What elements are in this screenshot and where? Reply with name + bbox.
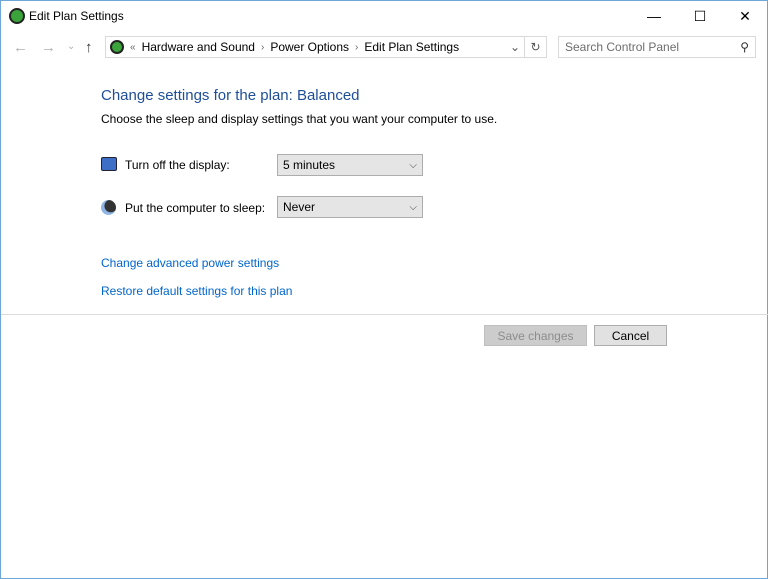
- back-button[interactable]: ←: [13, 39, 28, 56]
- minimize-button[interactable]: —: [631, 1, 677, 31]
- chevron-down-icon: ⌵: [409, 159, 417, 171]
- maximize-button[interactable]: ☐: [677, 1, 723, 31]
- up-button[interactable]: ↑: [85, 39, 93, 56]
- chevron-down-icon: ⌵: [409, 201, 417, 213]
- page-description: Choose the sleep and display settings th…: [101, 112, 498, 126]
- search-input[interactable]: Search Control Panel ⚲: [558, 36, 756, 58]
- recent-locations-button[interactable]: ⌄: [67, 41, 75, 52]
- window-title: Edit Plan Settings: [29, 9, 124, 23]
- display-timeout-value: 5 minutes: [283, 158, 336, 172]
- address-dropdown-icon[interactable]: ⌄: [510, 40, 520, 54]
- display-label: Turn off the display:: [125, 158, 230, 172]
- page-title: Change settings for the plan: Balanced: [101, 87, 360, 104]
- breadcrumb-power-options[interactable]: Power Options: [270, 40, 349, 54]
- close-button[interactable]: ✕: [722, 1, 768, 31]
- power-options-icon: [110, 40, 124, 54]
- search-icon[interactable]: ⚲: [740, 40, 749, 54]
- forward-button[interactable]: →: [41, 39, 56, 56]
- address-bar[interactable]: « Hardware and Sound › Power Options › E…: [105, 36, 525, 58]
- search-placeholder: Search Control Panel: [565, 40, 680, 54]
- display-icon: [101, 157, 117, 171]
- overflow-chevron[interactable]: «: [130, 42, 136, 53]
- display-timeout-select[interactable]: 5 minutes ⌵: [277, 154, 423, 176]
- restore-defaults-link[interactable]: Restore default settings for this plan: [101, 284, 292, 298]
- sleep-timeout-value: Never: [283, 200, 316, 214]
- sleep-timeout-select[interactable]: Never ⌵: [277, 196, 423, 218]
- refresh-button[interactable]: ↻: [525, 36, 547, 58]
- breadcrumb-edit-plan-settings[interactable]: Edit Plan Settings: [364, 40, 459, 54]
- breadcrumb-separator-icon: ›: [355, 41, 359, 53]
- divider: [1, 314, 768, 315]
- advanced-power-settings-link[interactable]: Change advanced power settings: [101, 256, 279, 270]
- breadcrumb-separator-icon: ›: [260, 41, 265, 53]
- sleep-label: Put the computer to sleep:: [125, 201, 266, 215]
- sleep-icon: [101, 200, 116, 215]
- cancel-button[interactable]: Cancel: [594, 325, 667, 346]
- save-changes-button[interactable]: Save changes: [484, 325, 587, 346]
- app-icon: [9, 8, 25, 24]
- breadcrumb-hardware-and-sound[interactable]: Hardware and Sound: [142, 40, 255, 54]
